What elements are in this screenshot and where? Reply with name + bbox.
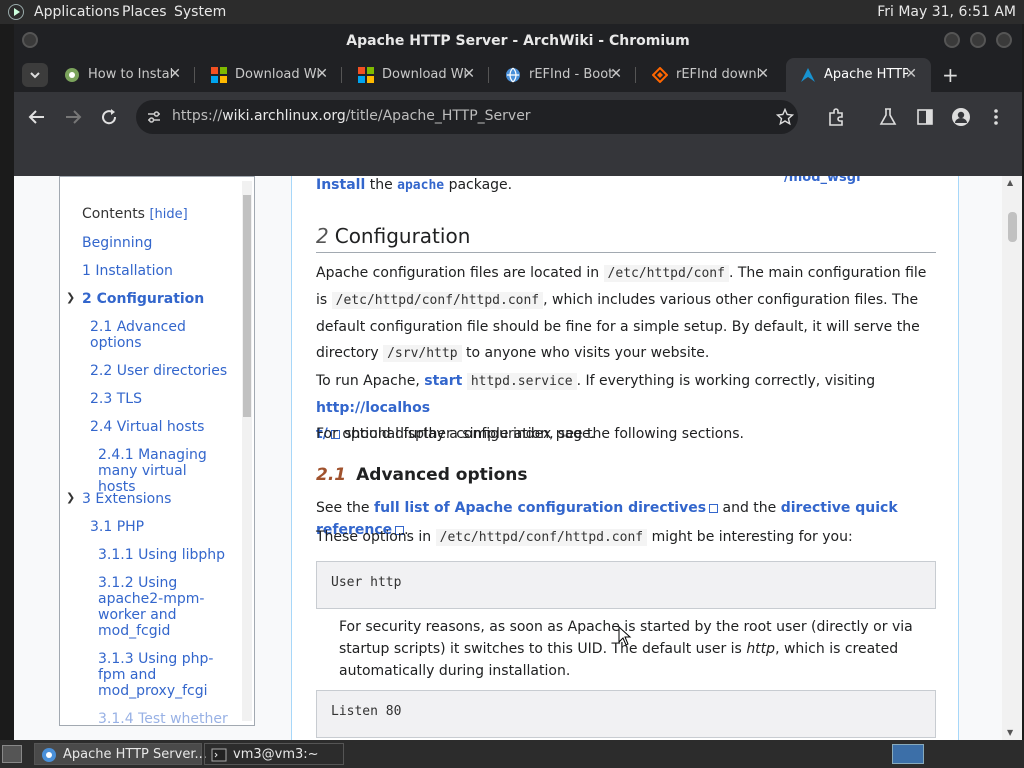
distro-logo-icon[interactable]	[8, 4, 24, 20]
security-paragraph: For security reasons, as soon as Apache …	[339, 619, 913, 679]
toc-item-managing-virtual-hosts[interactable]: 2.4.1 Managing many virtual hosts	[98, 447, 228, 495]
toc-item-user-directories[interactable]: 2.2 User directories	[90, 363, 227, 379]
toc-item-advanced-options[interactable]: 2.1 Advanced options	[90, 319, 210, 351]
toc-hide-link[interactable]: [hide]	[149, 207, 187, 222]
section-heading-advanced-options: 2.1 Advanced options	[316, 465, 528, 485]
taskbar-item-chromium[interactable]: Apache HTTP Server...	[34, 743, 207, 765]
clock[interactable]: Fri May 31, 6:51 AM	[877, 4, 1016, 20]
mouse-pointer-icon	[618, 626, 632, 646]
further-config-paragraph: For optional further configuration, see …	[316, 426, 744, 442]
taskbar: Apache HTTP Server... vm3@vm3:~	[0, 740, 1024, 768]
chevron-down-icon	[30, 72, 40, 79]
toc-scrollbar[interactable]	[242, 181, 252, 721]
browser-toolbar: https://wiki.archlinux.org/title/Apache_…	[14, 92, 1022, 144]
page-scrollbar-thumb[interactable]	[1008, 212, 1017, 242]
start-link[interactable]: start	[424, 373, 462, 389]
sourceforge-favicon-icon	[652, 67, 668, 83]
minimize-button[interactable]	[944, 32, 960, 48]
table-of-contents: Contents [hide] Beginning 1 Installation…	[59, 176, 255, 726]
globe-favicon-icon	[506, 67, 520, 83]
install-link[interactable]: Install	[316, 177, 365, 193]
workspace-switcher[interactable]	[892, 744, 924, 764]
applications-menu[interactable]: Applications	[34, 4, 120, 20]
close-icon[interactable]: ✕	[463, 66, 475, 82]
toc-item-php-fpm-proxy-fcgi[interactable]: 3.1.3 Using php-fpm and mod_proxy_fcgi	[98, 651, 218, 699]
toc-item-tls[interactable]: 2.3 TLS	[90, 391, 142, 407]
reload-icon[interactable]	[100, 108, 118, 126]
toc-item-installation[interactable]: 1 Installation	[82, 263, 173, 279]
scroll-down-arrow-icon[interactable]: ▼	[1007, 728, 1013, 737]
forward-arrow-icon[interactable]	[64, 108, 82, 126]
url-text: https://wiki.archlinux.org/title/Apache_…	[172, 108, 531, 124]
close-window-button[interactable]	[996, 32, 1012, 48]
window-menu-icon[interactable]	[22, 32, 38, 48]
new-tab-plus-icon[interactable]: +	[942, 63, 959, 87]
close-icon[interactable]: ✕	[610, 66, 622, 82]
chevron-down-icon[interactable]: ❯	[66, 491, 75, 504]
tab-refind-download[interactable]: rEFInd download ✕	[638, 58, 783, 92]
top-panel: Applications Places System Fri May 31, 6…	[0, 0, 1024, 24]
microsoft-favicon-icon	[358, 67, 374, 83]
tab-refind-boot[interactable]: rEFInd - Boot ✕	[491, 58, 636, 92]
arch-linux-favicon-icon	[801, 68, 815, 82]
profile-avatar-icon[interactable]	[951, 107, 971, 127]
article-content: /mod_wsgi Install the apache package. 2C…	[291, 176, 959, 740]
close-icon[interactable]: ✕	[169, 66, 181, 82]
config-paragraph: Apache configuration files are located i…	[316, 265, 927, 362]
apache-package-link[interactable]: apache	[397, 178, 444, 193]
toc-scrollbar-thumb[interactable]	[243, 195, 251, 417]
bookmark-star-icon[interactable]	[776, 108, 794, 126]
toc-item-virtual-hosts[interactable]: 2.4 Virtual hosts	[90, 419, 204, 435]
web-page: Contents [hide] Beginning 1 Installation…	[14, 176, 1022, 740]
extensions-puzzle-icon[interactable]	[826, 107, 846, 127]
side-panel-icon[interactable]	[916, 108, 934, 126]
back-arrow-icon[interactable]	[28, 108, 46, 126]
section-heading-configuration: 2 Configuration	[316, 224, 471, 248]
site-settings-icon[interactable]	[146, 109, 162, 125]
localhost-link[interactable]: http://localhos	[316, 400, 430, 416]
toc-title: Contents [hide]	[82, 206, 188, 222]
close-icon[interactable]: ✕	[316, 66, 328, 82]
chevron-down-icon[interactable]: ❯	[66, 291, 75, 304]
tab-apache-http-active[interactable]: Apache HTTP ✕	[786, 58, 931, 92]
directives-list-link[interactable]: full list of Apache configuration direct…	[374, 500, 706, 516]
toc-item-php[interactable]: 3.1 PHP	[90, 519, 144, 535]
labs-flask-icon[interactable]	[879, 107, 897, 127]
terminal-icon	[211, 748, 227, 762]
places-menu[interactable]: Places	[122, 4, 167, 20]
toc-item-extensions[interactable]: 3 Extensions	[82, 491, 171, 507]
install-paragraph: Install the apache package.	[316, 177, 513, 193]
browser-window: Apache HTTP Server - ArchWiki - Chromium…	[14, 24, 1022, 740]
scroll-up-arrow-icon[interactable]: ▲	[1007, 178, 1013, 187]
maximize-button[interactable]	[970, 32, 986, 48]
window-titlebar[interactable]: Apache HTTP Server - ArchWiki - Chromium	[14, 24, 1022, 58]
system-menu[interactable]: System	[174, 4, 226, 20]
tab-search-button[interactable]	[22, 63, 48, 87]
address-bar[interactable]: https://wiki.archlinux.org/title/Apache_…	[136, 100, 798, 134]
toc-item-configuration[interactable]: 2 Configuration	[82, 291, 204, 307]
toc-item-beginning[interactable]: Beginning	[82, 235, 152, 251]
more-menu-dots-icon[interactable]	[992, 108, 1000, 126]
window-title: Apache HTTP Server - ArchWiki - Chromium	[346, 33, 690, 49]
tab-download-windows-2[interactable]: Download Windows ✕	[344, 58, 489, 92]
taskbar-item-terminal[interactable]: vm3@vm3:~	[204, 743, 344, 765]
code-block-user[interactable]: User http	[316, 561, 936, 609]
toc-item-using-libphp[interactable]: 3.1.1 Using libphp	[98, 547, 225, 563]
external-link-icon	[709, 504, 719, 513]
ubuntu-like-favicon-icon	[65, 68, 79, 82]
microsoft-favicon-icon	[211, 67, 227, 83]
page-scrollbar[interactable]: ▲ ▼	[1002, 176, 1022, 740]
close-icon[interactable]: ✕	[905, 66, 917, 82]
tab-how-to-install[interactable]: How to Install ✕	[50, 58, 195, 92]
toc-item-test-whether[interactable]: 3.1.4 Test whether	[98, 711, 228, 725]
chromium-icon	[42, 748, 56, 762]
code-block-listen[interactable]: Listen 80	[316, 690, 936, 738]
tab-strip: How to Install ✕ Download Windows ✕ Down…	[14, 58, 1022, 92]
show-desktop-icon[interactable]	[2, 745, 22, 763]
options-paragraph: These options in /etc/httpd/conf/httpd.c…	[316, 529, 853, 546]
tab-download-windows-1[interactable]: Download Windows ✕	[197, 58, 342, 92]
toolbar-spacer	[14, 144, 1022, 176]
toc-item-mpm-worker-fcgid[interactable]: 3.1.2 Using apache2-mpm-worker and mod_f…	[98, 575, 208, 639]
close-icon[interactable]: ✕	[757, 66, 769, 82]
